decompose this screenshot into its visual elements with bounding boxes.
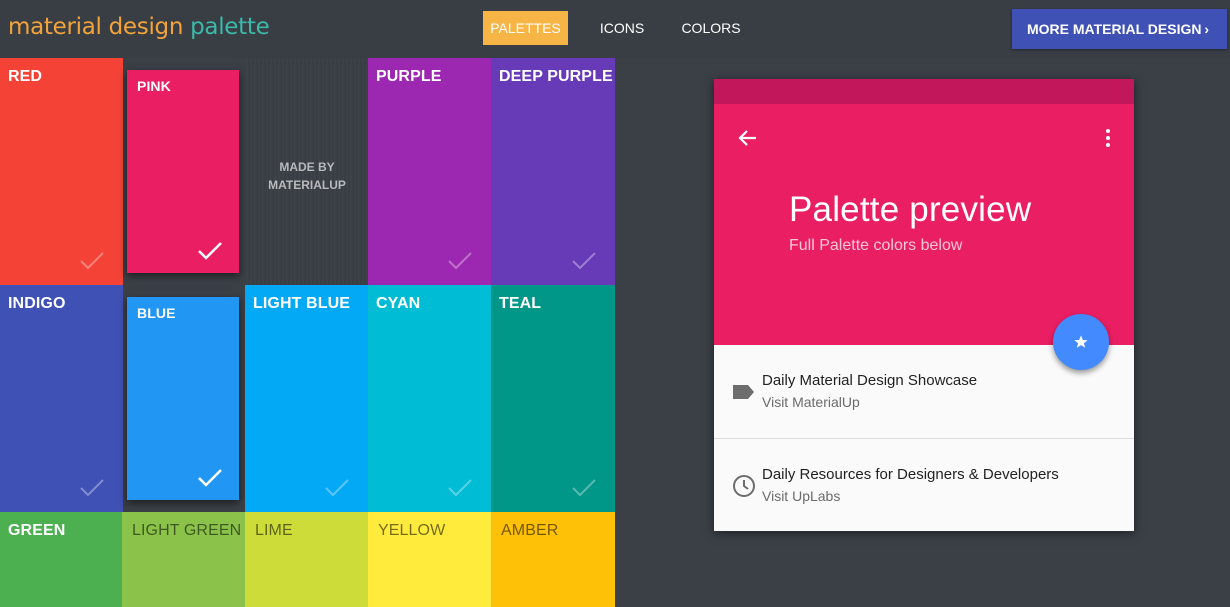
check-icon — [448, 479, 472, 497]
tile-label: PINK — [137, 78, 171, 94]
preview-app-bar: Palette preview Full Palette colors belo… — [714, 104, 1134, 345]
tile-green[interactable]: GREEN — [0, 512, 123, 607]
tile-purple[interactable]: PURPLE — [368, 58, 491, 285]
nav-icons[interactable]: ICONS — [590, 11, 654, 45]
made-by-line1: MADE BY — [279, 160, 335, 174]
made-by-materialup[interactable]: MADE BY MATERIALUP — [246, 58, 368, 285]
nav-palettes[interactable]: PALETTES — [483, 11, 568, 45]
more-vert-icon[interactable] — [1102, 127, 1114, 149]
tile-label: LIGHT BLUE — [253, 295, 350, 312]
nav-colors[interactable]: COLORS — [675, 11, 747, 45]
preview-subtitle: Full Palette colors below — [789, 237, 963, 254]
tile-label: LIME — [255, 522, 293, 539]
list-item-title: Daily Material Design Showcase — [762, 372, 978, 389]
tile-lime[interactable]: LIME — [245, 512, 368, 607]
check-icon — [325, 479, 349, 497]
list-item-resources[interactable]: Daily Resources for Designers & Develope… — [714, 439, 1134, 532]
check-icon — [448, 252, 472, 270]
check-icon — [80, 252, 104, 270]
preview-status-bar — [714, 79, 1134, 104]
tile-label: YELLOW — [378, 522, 446, 539]
tile-label: PURPLE — [376, 68, 442, 85]
check-icon — [198, 242, 222, 260]
more-button-label: MORE MATERIAL DESIGN — [1027, 21, 1202, 37]
color-grid: RED PINK MADE BY MATERIALUP PURPLE DEEP … — [0, 58, 615, 607]
made-by-line2: MATERIALUP — [268, 178, 346, 192]
tile-light-green[interactable]: LIGHT GREEN — [122, 512, 245, 607]
tile-label: DEEP PURPLE — [499, 68, 613, 85]
check-icon — [198, 469, 222, 487]
tile-label: LIGHT GREEN — [132, 522, 242, 539]
more-material-design-button[interactable]: MORE MATERIAL DESIGN › — [1012, 9, 1227, 49]
tile-label: RED — [8, 68, 43, 85]
list-item-title: Daily Resources for Designers & Develope… — [762, 466, 1059, 483]
tile-label: CYAN — [376, 295, 421, 312]
tile-teal[interactable]: TEAL — [491, 285, 615, 512]
tile-label: INDIGO — [8, 295, 66, 312]
tile-cyan[interactable]: CYAN — [368, 285, 491, 512]
label-icon — [733, 385, 754, 399]
preview-title: Palette preview — [789, 190, 1032, 229]
list-item-subtitle: Visit MaterialUp — [762, 394, 860, 410]
palette-preview-card: Palette preview Full Palette colors belo… — [714, 79, 1134, 531]
logo-text-primary: material design — [8, 14, 184, 40]
tile-yellow[interactable]: YELLOW — [368, 512, 491, 607]
tile-light-blue[interactable]: LIGHT BLUE — [245, 285, 368, 512]
check-icon — [572, 479, 596, 497]
list-item-showcase[interactable]: Daily Material Design Showcase Visit Mat… — [714, 345, 1134, 438]
tile-label: GREEN — [8, 522, 66, 539]
site-logo[interactable]: material design palette — [8, 14, 270, 40]
tile-label: TEAL — [499, 295, 542, 312]
tile-blue[interactable]: BLUE — [127, 297, 239, 500]
check-icon — [572, 252, 596, 270]
logo-text-secondary: palette — [190, 14, 270, 40]
top-bar: material design palette PALETTES ICONS C… — [0, 0, 1230, 58]
list-item-subtitle: Visit UpLabs — [762, 488, 841, 504]
tile-pink[interactable]: PINK — [127, 70, 239, 273]
tile-red[interactable]: RED — [0, 58, 123, 285]
tile-amber[interactable]: AMBER — [491, 512, 615, 607]
check-icon — [80, 479, 104, 497]
clock-icon — [733, 475, 755, 497]
arrow-back-icon[interactable] — [736, 127, 758, 149]
tile-label: BLUE — [137, 305, 176, 321]
tile-label: AMBER — [501, 522, 559, 539]
tile-deep-purple[interactable]: DEEP PURPLE — [491, 58, 615, 285]
tile-indigo[interactable]: INDIGO — [0, 285, 123, 512]
chevron-right-icon: › — [1204, 21, 1209, 37]
